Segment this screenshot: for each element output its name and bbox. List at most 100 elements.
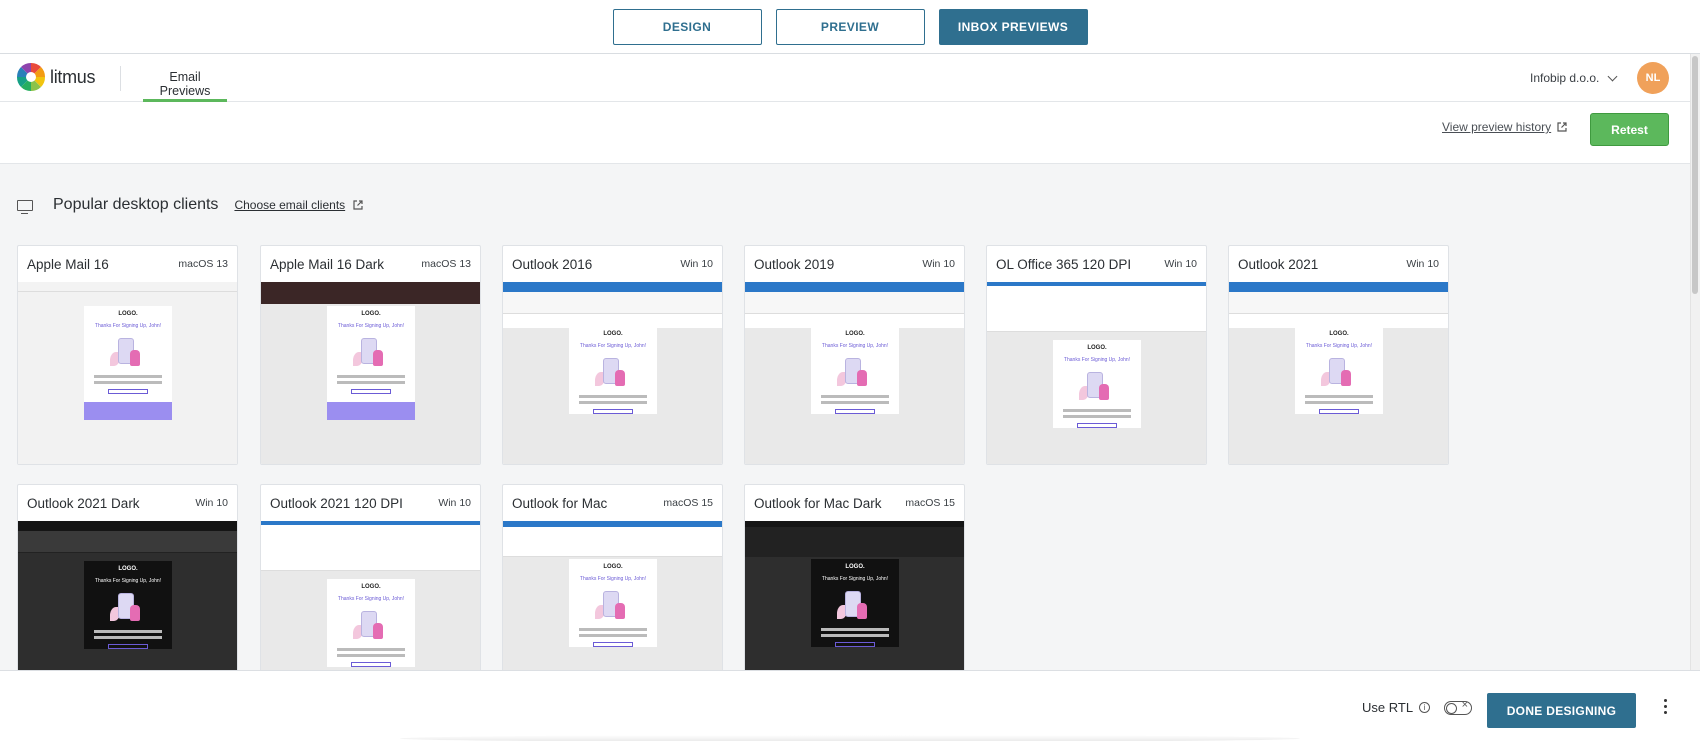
card-header: Outlook for Mac macOS 15 [503, 485, 722, 521]
signup-illustration [108, 336, 148, 372]
client-name: Outlook 2016 [512, 256, 593, 272]
litmus-logo-icon [16, 62, 46, 92]
preview-thumbnail[interactable]: LOGO. Thanks For Signing Up, John! [1229, 282, 1448, 464]
client-os: Win 10 [922, 258, 955, 270]
card-header: Outlook for Mac Dark macOS 15 [745, 485, 964, 521]
avatar[interactable]: NL [1637, 62, 1669, 94]
email-headline: Thanks For Signing Up, John! [1305, 343, 1373, 349]
email-headline: Thanks For Signing Up, John! [94, 323, 162, 329]
signup-illustration [593, 356, 633, 392]
client-name: OL Office 365 120 DPI [996, 256, 1132, 272]
email-logo: LOGO. [603, 564, 623, 570]
preview-thumbnail[interactable]: LOGO. Thanks For Signing Up, John! [745, 282, 964, 464]
client-name: Apple Mail 16 [27, 256, 109, 272]
email-logo: LOGO. [361, 584, 381, 590]
email-cta [351, 662, 391, 667]
signup-illustration [351, 609, 391, 645]
client-card[interactable]: Outlook 2019 Win 10 LOGO. Thanks For Signin… [744, 245, 965, 465]
email-headline: Thanks For Signing Up, John! [337, 323, 405, 329]
brand-name: litmus [50, 66, 96, 87]
client-os: Win 10 [680, 258, 713, 270]
client-card[interactable]: Apple Mail 16 Dark macOS 13 LOGO. Thanks Fo… [260, 245, 481, 465]
email-logo: LOGO. [118, 566, 138, 572]
choose-email-clients-link[interactable]: Choose email clients [234, 198, 363, 212]
monitor-icon [17, 199, 33, 214]
rtl-toggle[interactable] [1444, 699, 1472, 715]
email-logo: LOGO. [1087, 345, 1107, 351]
card-header: Apple Mail 16 macOS 13 [18, 246, 237, 282]
card-header: Outlook 2021 120 DPI Win 10 [261, 485, 480, 521]
email-headline: Thanks For Signing Up, John! [821, 576, 889, 582]
view-preview-history-link[interactable]: View preview history [1442, 120, 1567, 134]
client-os: Win 10 [1164, 258, 1197, 270]
external-link-icon [353, 200, 363, 210]
email-preview: LOGO. Thanks For Signing Up, John! [811, 559, 899, 647]
client-card[interactable]: Outlook 2016 Win 10 LOGO. Thanks For Signin… [502, 245, 723, 465]
client-os: macOS 13 [421, 258, 471, 270]
org-name: Infobip d.o.o. [1530, 71, 1600, 85]
preview-thumbnail[interactable]: LOGO. Thanks For Signing Up, John! [503, 282, 722, 464]
signup-illustration [1077, 370, 1117, 406]
card-header: Apple Mail 16 Dark macOS 13 [261, 246, 480, 282]
card-header: Outlook 2021 Win 10 [1229, 246, 1448, 282]
email-logo: LOGO. [603, 331, 623, 337]
email-cta [835, 642, 875, 647]
signup-illustration [351, 336, 391, 372]
footer-bar: Use RTL i DONE DESIGNING [0, 670, 1700, 741]
client-name: Apple Mail 16 Dark [270, 256, 385, 272]
client-name: Outlook for Mac Dark [754, 495, 882, 511]
client-card[interactable]: Outlook 2021 Win 10 LOGO. Thanks For Signin… [1228, 245, 1449, 465]
client-card[interactable]: OL Office 365 120 DPI Win 10 LOGO. Thanks F… [986, 245, 1207, 465]
card-header: OL Office 365 120 DPI Win 10 [987, 246, 1206, 282]
client-name: Outlook 2019 [754, 256, 835, 272]
signup-illustration [1319, 356, 1359, 392]
litmus-logo[interactable]: litmus [16, 62, 96, 92]
client-os: macOS 15 [663, 497, 713, 509]
email-cta [108, 389, 148, 394]
email-preview: LOGO. Thanks For Signing Up, John! [569, 559, 657, 647]
client-name: Outlook 2021 120 DPI [270, 495, 403, 511]
email-preview: LOGO. Thanks For Signing Up, John! [811, 326, 899, 414]
preview-thumbnail[interactable]: LOGO. Thanks For Signing Up, John! [18, 282, 237, 464]
email-preview: LOGO. Thanks For Signing Up, John! [84, 306, 172, 420]
email-cta [1077, 423, 1117, 428]
signup-illustration [593, 589, 633, 625]
email-logo: LOGO. [845, 331, 865, 337]
tab-preview[interactable]: PREVIEW [775, 8, 925, 45]
email-cta [835, 409, 875, 414]
email-footer-bar [84, 402, 172, 420]
top-tab-bar: DESIGN PREVIEW INBOX PREVIEWS [0, 0, 1700, 54]
email-preview: LOGO. Thanks For Signing Up, John! [1295, 326, 1383, 414]
more-options-icon[interactable] [1664, 699, 1668, 717]
signup-illustration [108, 591, 148, 627]
email-cta [593, 642, 633, 647]
external-link-icon [1557, 122, 1567, 132]
client-card[interactable]: Apple Mail 16 macOS 13 LOGO. Thanks For Sig… [17, 245, 238, 465]
tab-inbox-previews[interactable]: INBOX PREVIEWS [938, 8, 1088, 45]
preview-thumbnail[interactable]: LOGO. Thanks For Signing Up, John! [261, 282, 480, 464]
email-preview: LOGO. Thanks For Signing Up, John! [327, 579, 415, 667]
org-switcher[interactable]: Infobip d.o.o. [1530, 71, 1618, 85]
app-header: litmus Email Previews Infobip d.o.o. NL [0, 54, 1690, 102]
email-headline: Thanks For Signing Up, John! [579, 576, 647, 582]
email-cta [108, 644, 148, 649]
preview-thumbnail[interactable]: LOGO. Thanks For Signing Up, John! [987, 282, 1206, 464]
email-logo: LOGO. [361, 311, 381, 317]
tab-design[interactable]: DESIGN [612, 8, 762, 45]
email-cta [593, 409, 633, 414]
card-header: Outlook 2021 Dark Win 10 [18, 485, 237, 521]
section-title: Popular desktop clients [53, 196, 219, 213]
done-designing-button[interactable]: DONE DESIGNING [1487, 693, 1636, 728]
retest-button[interactable]: Retest [1590, 113, 1669, 146]
client-os: macOS 13 [178, 258, 228, 270]
info-icon[interactable]: i [1419, 702, 1431, 713]
email-logo: LOGO. [118, 311, 138, 317]
email-preview: LOGO. Thanks For Signing Up, John! [84, 561, 172, 649]
email-headline: Thanks For Signing Up, John! [337, 596, 405, 602]
footer-shadow [400, 735, 1300, 741]
scrollbar-thumb[interactable] [1692, 56, 1698, 294]
signup-illustration [835, 356, 875, 392]
nav-tab-email-previews[interactable]: Email Previews [143, 54, 227, 102]
section-header: Popular desktop clients Choose email cli… [17, 196, 363, 214]
email-cta [351, 389, 391, 394]
